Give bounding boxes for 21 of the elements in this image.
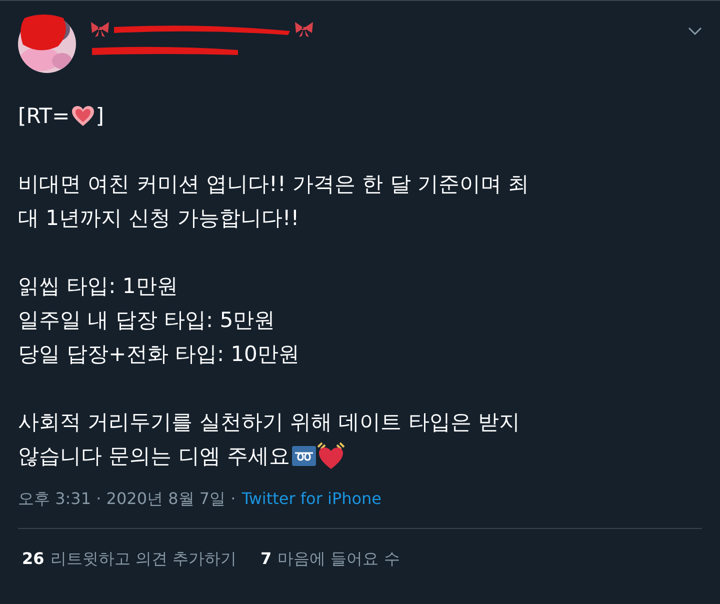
tweet-text: 일주일 내 답장 타입: 5만원 xyxy=(18,307,276,334)
ribbon-icon xyxy=(294,21,314,37)
timestamp: 오후 3:31 · 2020년 8월 7일 · xyxy=(18,489,236,510)
stat-count: 26 xyxy=(22,549,44,570)
loop-icon xyxy=(292,446,316,466)
heart-icon xyxy=(70,105,95,127)
tweet-text: 대 1년까지 신청 가능합니다!! xyxy=(18,205,300,232)
stat-label[interactable]: 리트윗하고 의견 추가하기 xyxy=(50,549,236,587)
tweet-text: 당일 답장+전화 타입: 10만원 xyxy=(18,341,300,368)
tweet-text: 비대면 여친 커미션 엽니다!! 가격은 한 달 기준이며 최 xyxy=(18,171,530,198)
chevron-down-icon[interactable] xyxy=(688,27,702,35)
ribbon-icon xyxy=(90,21,110,37)
source-link[interactable]: Twitter for iPhone xyxy=(242,489,382,510)
stat-count: 7 xyxy=(260,549,272,570)
stat-label[interactable]: 마음에 들어요 수 xyxy=(278,549,400,587)
tweet-text: ] xyxy=(96,103,104,130)
tweet-text: 읽씹 타입: 1만원 xyxy=(18,273,179,300)
tweet-text: 않습니다 문의는 디엠 주세요 xyxy=(18,443,290,470)
beating-heart-icon xyxy=(316,442,346,470)
tweet-text: 사회적 거리두기를 실천하기 위해 데이트 타입은 받지 xyxy=(18,409,522,436)
tweet-text: [RT= xyxy=(18,103,70,130)
